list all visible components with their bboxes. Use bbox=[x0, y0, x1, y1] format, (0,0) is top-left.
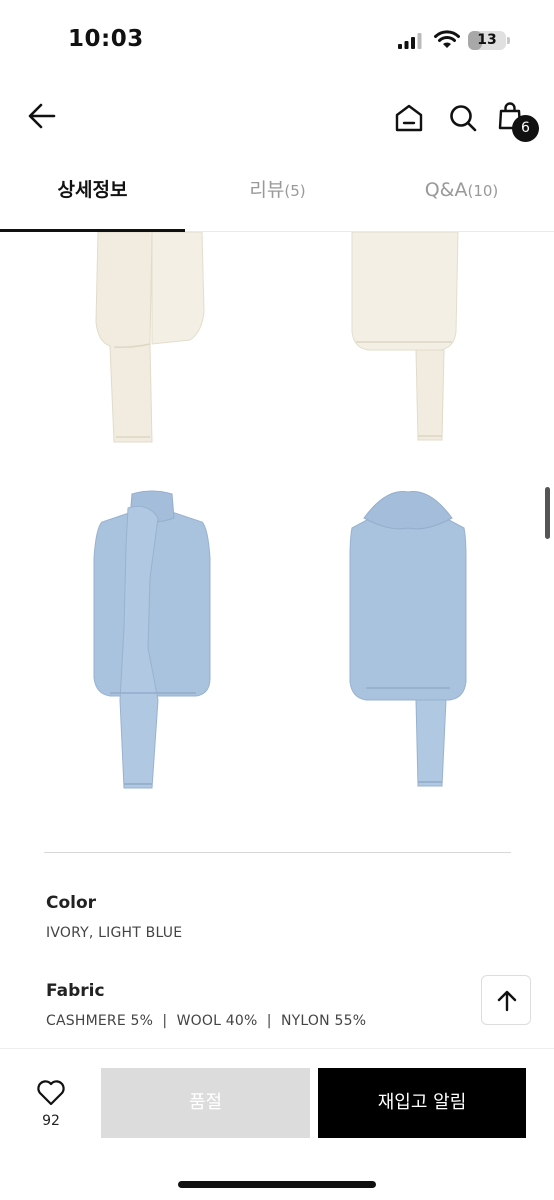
light-blue-vest-front-image bbox=[93, 490, 211, 789]
color-value: IVORY, LIGHT BLUE bbox=[46, 925, 183, 941]
back-arrow-icon[interactable] bbox=[26, 100, 58, 132]
battery-icon: 13 bbox=[468, 31, 506, 50]
tab-details-label: 상세정보 bbox=[57, 179, 128, 201]
tab-reviews-count: (5) bbox=[284, 182, 306, 200]
sold-out-button[interactable]: 품절 bbox=[101, 1068, 310, 1138]
tab-reviews-label: 리뷰 bbox=[249, 179, 285, 201]
fabric-label: Fabric bbox=[46, 981, 105, 1001]
search-icon[interactable] bbox=[447, 102, 479, 134]
battery-tip bbox=[507, 37, 510, 44]
bottom-action-bar: 92 품절 재입고 알림 bbox=[0, 1048, 554, 1200]
heart-icon bbox=[37, 1080, 65, 1106]
home-icon[interactable] bbox=[393, 102, 425, 134]
status-bar: 10:03 13 bbox=[0, 0, 554, 80]
light-blue-vest-back-image bbox=[349, 491, 467, 787]
tab-reviews[interactable]: 리뷰(5) bbox=[185, 162, 370, 232]
header: 6 bbox=[0, 90, 554, 152]
ivory-vest-front-image bbox=[95, 232, 205, 443]
restock-alert-button[interactable]: 재입고 알림 bbox=[318, 1068, 526, 1138]
tab-qna-label: Q&A bbox=[424, 179, 468, 201]
product-detail-images bbox=[0, 232, 554, 852]
fabric-value: CASHMERE 5% | WOOL 40% | NYLON 55% bbox=[46, 1013, 367, 1029]
signal-icon bbox=[398, 33, 422, 49]
detail-tabs: 상세정보 리뷰(5) Q&A(10) bbox=[0, 162, 554, 232]
scrollbar[interactable] bbox=[545, 487, 550, 539]
home-indicator bbox=[178, 1181, 376, 1188]
tab-qna-count: (10) bbox=[467, 182, 499, 200]
ivory-vest-back-image bbox=[351, 232, 459, 441]
scroll-to-top-button[interactable] bbox=[481, 975, 531, 1025]
tab-qna[interactable]: Q&A(10) bbox=[369, 162, 554, 232]
arrow-up-icon bbox=[497, 990, 517, 1012]
like-button[interactable]: 92 bbox=[28, 1079, 74, 1137]
wifi-icon bbox=[434, 30, 460, 48]
status-time: 10:03 bbox=[68, 26, 144, 52]
like-count: 92 bbox=[42, 1113, 60, 1129]
cart-count-badge: 6 bbox=[512, 115, 539, 142]
battery-level: 13 bbox=[477, 32, 497, 48]
shopping-bag-button[interactable]: 6 bbox=[497, 102, 539, 142]
tab-details[interactable]: 상세정보 bbox=[0, 162, 185, 232]
section-divider bbox=[44, 852, 511, 853]
color-label: Color bbox=[46, 893, 97, 913]
